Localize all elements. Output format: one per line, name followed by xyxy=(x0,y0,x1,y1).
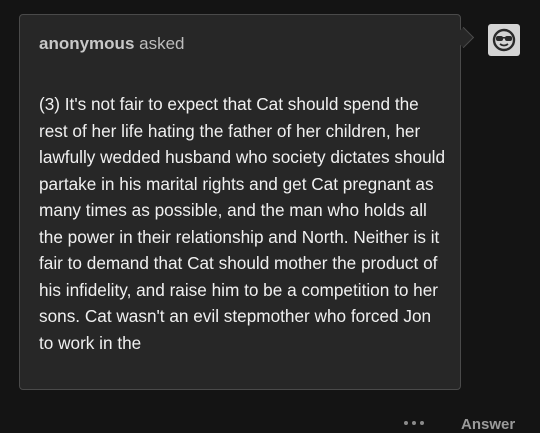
post-footer: Answer xyxy=(0,408,540,433)
asker-name[interactable]: anonymous xyxy=(39,34,134,53)
asker-verb: asked xyxy=(139,34,185,53)
sunglasses-face-icon xyxy=(492,28,516,52)
ask-card: anonymous asked (3) It's not fair to exp… xyxy=(19,14,461,390)
ask-body-text: (3) It's not fair to expect that Cat sho… xyxy=(39,94,446,353)
ellipsis-icon[interactable] xyxy=(404,416,434,430)
asker-line: anonymous asked xyxy=(39,34,185,54)
avatar[interactable] xyxy=(488,24,520,56)
answer-button[interactable]: Answer xyxy=(461,416,515,433)
